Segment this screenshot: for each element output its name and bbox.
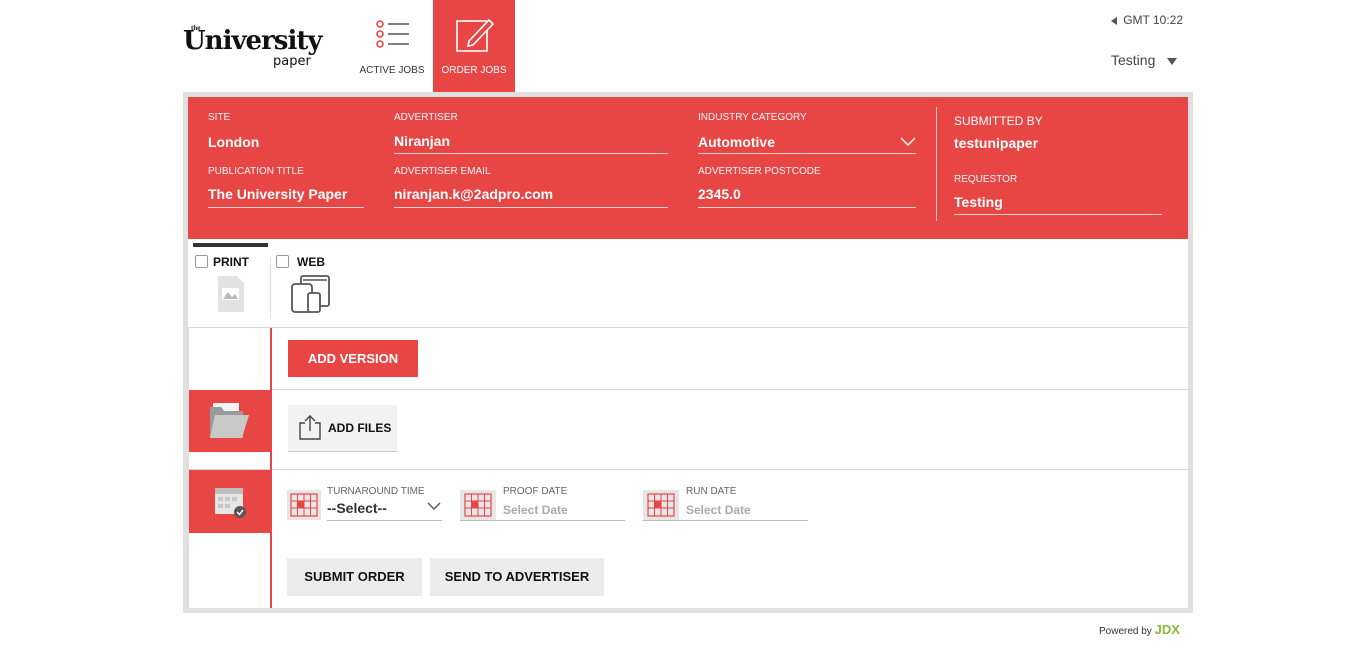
run-date-label: RUN DATE <box>686 486 737 497</box>
submitted-by-label: SUBMITTED BY <box>954 114 1043 128</box>
turnaround-select[interactable]: --Select-- <box>327 500 387 516</box>
advertiser-label: ADVERTISER <box>394 112 458 123</box>
calendar-icon <box>460 490 496 520</box>
divider <box>936 107 937 221</box>
devices-icon <box>291 275 330 313</box>
requestor-label: REQUESTOR <box>954 174 1018 185</box>
advertiser-email-field[interactable]: niranjan.k@2adpro.com <box>394 186 553 202</box>
add-files-label: ADD FILES <box>328 421 392 435</box>
calendar-icon <box>643 490 679 520</box>
nav-order-jobs[interactable]: ORDER JOBS <box>433 0 515 92</box>
print-label: PRINT <box>213 255 249 269</box>
dates-section-icon-cell <box>189 470 270 533</box>
triangle-left-icon <box>1111 16 1118 25</box>
publication-label: PUBLICATION TITLE <box>208 166 304 177</box>
submit-order-button[interactable]: SUBMIT ORDER <box>287 558 422 596</box>
upload-icon <box>299 415 321 440</box>
calendar-check-icon <box>215 488 246 518</box>
underline <box>394 207 668 208</box>
university-paper-logo[interactable]: the University paper <box>183 24 343 74</box>
site-value: London <box>208 134 260 150</box>
send-to-advertiser-button[interactable]: SEND TO ADVERTISER <box>430 558 604 596</box>
proof-date-label: PROOF DATE <box>503 486 568 497</box>
section-divider <box>188 469 1188 470</box>
logo-university: University <box>183 26 322 56</box>
industry-label: INDUSTRY CATEGORY <box>698 112 807 123</box>
clock-text: GMT 10:22 <box>1123 13 1183 27</box>
web-checkbox[interactable] <box>276 255 289 268</box>
advertiser-field[interactable]: Niranjan <box>394 133 450 149</box>
tab-print[interactable]: PRINT <box>193 243 268 318</box>
submitted-by-value: testunipaper <box>954 135 1039 151</box>
advertiser-email-label: ADVERTISER EMAIL <box>394 166 491 177</box>
print-checkbox[interactable] <box>195 255 208 268</box>
underline <box>327 520 442 521</box>
files-section-icon-cell <box>189 390 270 452</box>
caret-down-icon <box>1167 57 1178 65</box>
left-accent-line <box>270 328 272 608</box>
tab-divider <box>270 258 271 318</box>
underline <box>208 207 364 208</box>
underline <box>394 153 668 154</box>
nav-label: ORDER JOBS <box>441 65 507 76</box>
print-ad-icon <box>218 276 244 312</box>
add-version-button[interactable]: ADD VERSION <box>288 340 418 377</box>
folder-icon <box>210 403 249 438</box>
postcode-label: ADVERTISER POSTCODE <box>698 166 821 177</box>
add-files-button[interactable]: ADD FILES <box>288 405 397 452</box>
list-icon <box>376 20 409 48</box>
industry-select[interactable]: Automotive <box>698 134 775 150</box>
nav-active-jobs[interactable]: ACTIVE JOBS <box>351 0 433 92</box>
powered-by: Powered by JDX <box>1099 622 1180 637</box>
jdx-logo[interactable]: JDX <box>1155 622 1180 637</box>
user-name: Testing <box>1111 52 1156 68</box>
underline <box>954 214 1162 215</box>
run-date-input[interactable]: Select Date <box>686 503 751 517</box>
underline <box>698 207 916 208</box>
underline <box>643 520 808 521</box>
logo-paper: paper <box>273 54 311 69</box>
postcode-field[interactable]: 2345.0 <box>698 186 741 202</box>
turnaround-label: TURNAROUND TIME <box>327 486 425 497</box>
calendar-icon <box>287 490 321 520</box>
edit-icon <box>456 18 495 52</box>
section-divider <box>188 327 1188 328</box>
active-tab-indicator <box>193 243 268 247</box>
left-border <box>188 328 189 608</box>
site-label: SITE <box>208 112 231 123</box>
requestor-field[interactable]: Testing <box>954 194 1003 210</box>
web-label: WEB <box>297 255 325 269</box>
chevron-down-icon[interactable] <box>427 502 441 511</box>
user-menu[interactable]: Testing <box>1111 52 1178 68</box>
powered-by-text: Powered by <box>1099 626 1152 637</box>
nav-label: ACTIVE JOBS <box>359 65 425 76</box>
tab-web[interactable]: WEB <box>275 243 355 318</box>
underline <box>698 153 916 154</box>
order-details: SITE London PUBLICATION TITLE The Univer… <box>188 97 1188 239</box>
publication-value[interactable]: The University Paper <box>208 186 347 202</box>
chevron-down-icon[interactable] <box>900 137 916 147</box>
clock: GMT 10:22 <box>1111 13 1183 27</box>
proof-date-input[interactable]: Select Date <box>503 503 568 517</box>
section-divider <box>270 389 1188 390</box>
underline <box>460 520 625 521</box>
